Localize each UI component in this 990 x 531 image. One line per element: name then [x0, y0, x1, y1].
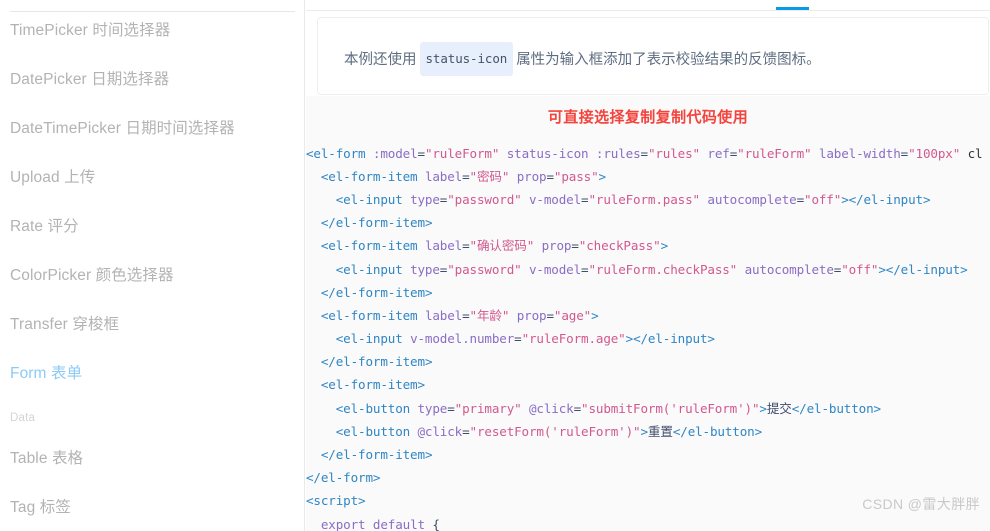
sidebar-item-colorpicker[interactable]: ColorPicker 颜色选择器: [0, 263, 304, 289]
sidebar-nav: TimePicker 时间选择器 DatePicker 日期选择器 DateTi…: [0, 18, 304, 531]
sidebar-item-transfer[interactable]: Transfer 穿梭框: [0, 312, 304, 338]
info-text-after: 属性为输入框添加了表示校验结果的反馈图标。: [516, 52, 821, 68]
tab-active-indicator[interactable]: [776, 7, 809, 10]
tab-strip: [306, 0, 990, 11]
info-panel-text: 本例还使用 status-icon 属性为输入框添加了表示校验结果的反馈图标。: [344, 42, 821, 76]
sidebar-divider: [10, 11, 295, 12]
code-block[interactable]: <el-form :model="ruleForm" status-icon :…: [306, 142, 990, 531]
sidebar-item-datetimepicker[interactable]: DateTimePicker 日期时间选择器: [0, 116, 304, 142]
sidebar-item-table[interactable]: Table 表格: [0, 446, 304, 472]
watermark: CSDN @雷大胖胖: [862, 496, 980, 512]
code-region: 可直接选择复制复制代码使用 <el-form :model="ruleForm"…: [306, 96, 990, 531]
sidebar-group-title-data: Data: [10, 412, 36, 424]
sidebar-item-datepicker[interactable]: DatePicker 日期选择器: [0, 67, 304, 93]
code-copy-heading: 可直接选择复制复制代码使用: [547, 109, 749, 126]
page-root: TimePicker 时间选择器 DatePicker 日期选择器 DateTi…: [0, 0, 990, 531]
info-text-before: 本例还使用: [344, 52, 417, 68]
sidebar-item-tag[interactable]: Tag 标签: [0, 495, 304, 521]
sidebar: TimePicker 时间选择器 DatePicker 日期选择器 DateTi…: [0, 0, 305, 531]
info-panel: 本例还使用 status-icon 属性为输入框添加了表示校验结果的反馈图标。: [317, 17, 989, 95]
main-content: 本例还使用 status-icon 属性为输入框添加了表示校验结果的反馈图标。 可直…: [306, 0, 990, 531]
sidebar-item-rate[interactable]: Rate 评分: [0, 214, 304, 240]
sidebar-item-upload[interactable]: Upload 上传: [0, 165, 304, 191]
sidebar-item-form[interactable]: Form 表单: [0, 361, 304, 387]
sidebar-item-timepicker[interactable]: TimePicker 时间选择器: [0, 18, 304, 44]
info-code-chip: status-icon: [419, 42, 514, 76]
